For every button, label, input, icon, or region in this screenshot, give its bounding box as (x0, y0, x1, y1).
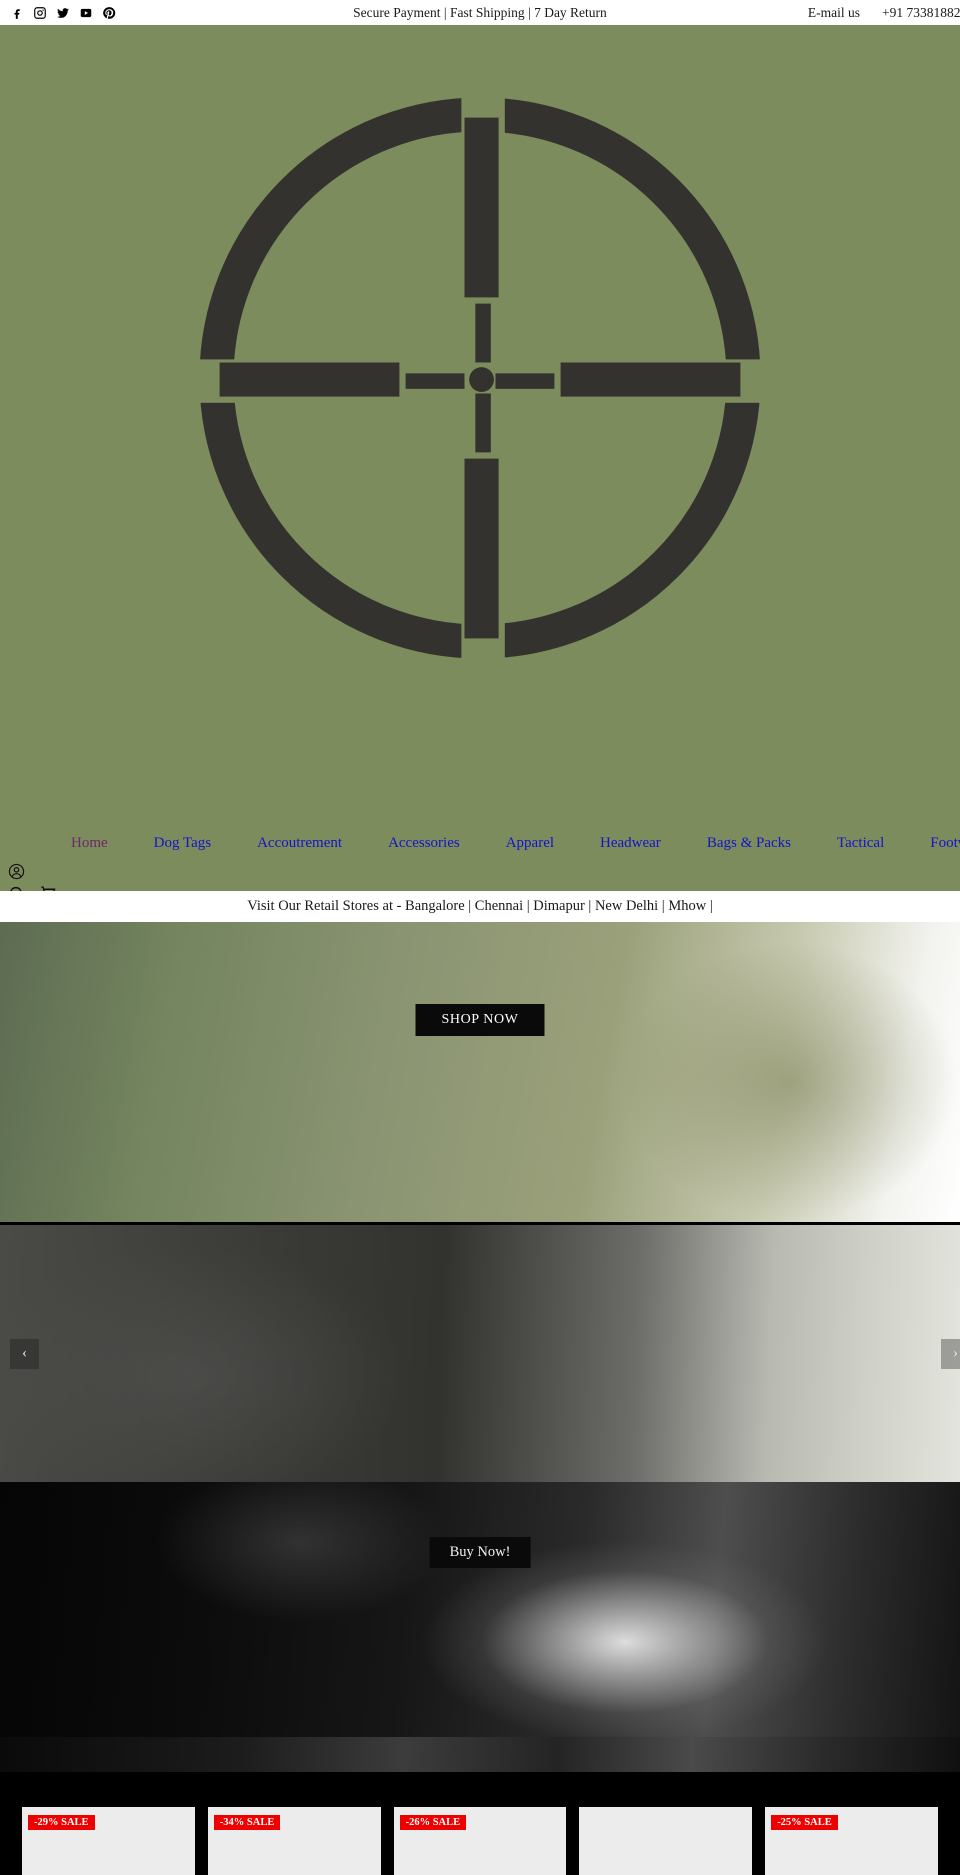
section-divider-strip (0, 1737, 960, 1772)
twitter-icon[interactable] (56, 6, 70, 20)
promo-carousel[interactable]: ‹ › (0, 1222, 960, 1482)
pinterest-icon[interactable] (102, 6, 116, 20)
search-cart-row: 0 (8, 884, 98, 891)
nav-item-accessories[interactable]: Accessories (365, 835, 483, 852)
nav-item-footwear[interactable]: Footwear (907, 835, 960, 852)
sale-badge: -29% SALE (28, 1815, 95, 1830)
account-icon[interactable] (8, 863, 98, 880)
phone-number[interactable]: +91 7338188233 (882, 5, 960, 21)
instagram-icon[interactable] (33, 6, 47, 20)
nav-item-headwear[interactable]: Headwear (577, 835, 684, 852)
hero-banner-primary[interactable]: SHOP NOW (0, 922, 960, 1222)
top-utility-bar: Secure Payment | Fast Shipping | 7 Day R… (0, 0, 960, 25)
nav-item-bags-packs[interactable]: Bags & Packs (684, 835, 814, 852)
product-card[interactable]: -25% SALE (765, 1807, 938, 1875)
product-card[interactable]: -29% SALE (22, 1807, 195, 1875)
sale-badge: -34% SALE (213, 1815, 281, 1830)
youtube-icon[interactable] (79, 6, 93, 20)
buy-now-button[interactable]: Buy Now! (429, 1537, 531, 1568)
social-links (10, 6, 116, 20)
carousel-next-button[interactable]: › (941, 1338, 960, 1369)
site-header: Home Dog Tags Accoutrement Accessories A… (0, 25, 960, 891)
sale-badge: -25% SALE (771, 1815, 838, 1830)
topbar-contact: E-mail us +91 7338188233 (808, 0, 960, 25)
header-icon-cluster: 0 (8, 863, 98, 891)
product-card[interactable] (579, 1807, 753, 1875)
facebook-icon[interactable] (10, 6, 24, 20)
nav-item-home[interactable]: Home (48, 835, 131, 852)
promo-text: Secure Payment | Fast Shipping | 7 Day R… (353, 4, 607, 20)
nav-item-dog-tags[interactable]: Dog Tags (131, 835, 234, 852)
product-card[interactable]: -26% SALE (393, 1807, 567, 1875)
main-navigation: Home Dog Tags Accoutrement Accessories A… (0, 835, 960, 852)
email-us-link[interactable]: E-mail us (808, 5, 860, 21)
hero-banner-secondary[interactable]: Buy Now! (0, 1482, 960, 1737)
crosshair-scope-icon (188, 86, 778, 676)
nav-item-tactical[interactable]: Tactical (814, 835, 907, 852)
sale-badge: -26% SALE (399, 1815, 467, 1830)
product-card[interactable]: -34% SALE (207, 1807, 381, 1875)
carousel-prev-button[interactable]: ‹ (10, 1338, 39, 1369)
nav-item-apparel[interactable]: Apparel (483, 835, 577, 852)
product-grid: -29% SALE -34% SALE -26% SALE -25% SALE (0, 1772, 960, 1875)
search-icon[interactable] (8, 885, 26, 891)
cart-button[interactable]: 0 (39, 884, 58, 891)
shop-now-button[interactable]: SHOP NOW (415, 1004, 545, 1036)
retail-stores-text: Visit Our Retail Stores at - Bangalore |… (247, 898, 713, 914)
retail-stores-strip: Visit Our Retail Stores at - Bangalore |… (0, 891, 960, 922)
nav-item-accoutrement[interactable]: Accoutrement (234, 835, 365, 852)
cart-icon (39, 884, 58, 891)
site-logo[interactable] (0, 53, 960, 703)
